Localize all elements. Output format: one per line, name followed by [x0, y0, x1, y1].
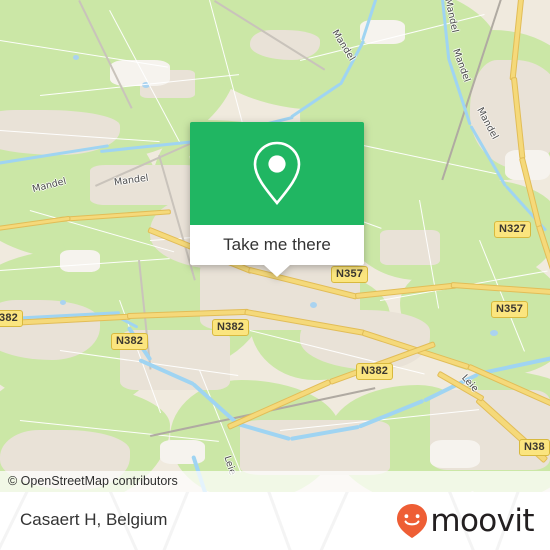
road-shield-n382[interactable]: N382	[212, 319, 250, 336]
road-shield-n382[interactable]: N382	[111, 333, 149, 350]
footer-bar: Casaert H, Belgium moovit	[0, 492, 550, 550]
location-pin-icon	[253, 141, 301, 205]
watermark-line	[301, 492, 353, 550]
builtup-area	[380, 230, 440, 265]
field-patch	[60, 250, 100, 272]
map-screenshot: Mandel Mandel Mandel Mandel Mandel Mande…	[0, 0, 550, 550]
moovit-wordmark: moovit	[430, 502, 534, 539]
field-patch	[160, 440, 205, 464]
popup-header	[190, 122, 364, 225]
road-shield-n327[interactable]: N327	[494, 221, 532, 238]
popup-pointer	[264, 265, 290, 277]
watermark-line	[260, 492, 308, 550]
pond	[60, 300, 66, 305]
pond	[310, 302, 317, 308]
builtup-area	[90, 165, 200, 205]
road-shield-n38[interactable]: N38	[519, 439, 550, 456]
pond	[490, 330, 498, 336]
take-me-there-label: Take me there	[223, 235, 331, 254]
pond	[73, 55, 79, 60]
field-patch	[430, 440, 480, 468]
location-popup[interactable]: Take me there	[190, 122, 364, 277]
moovit-logo[interactable]: moovit	[395, 502, 535, 539]
road-shield-n382[interactable]: N382	[356, 363, 394, 380]
moovit-pin-icon	[397, 504, 428, 538]
road-shield-n382[interactable]: 382	[0, 310, 23, 327]
map-attribution: © OpenStreetMap contributors	[0, 471, 550, 492]
popup-action-bar[interactable]: Take me there	[190, 225, 364, 265]
road-shield-n357[interactable]: N357	[491, 301, 529, 318]
place-name-label: Casaert H, Belgium	[20, 510, 168, 529]
